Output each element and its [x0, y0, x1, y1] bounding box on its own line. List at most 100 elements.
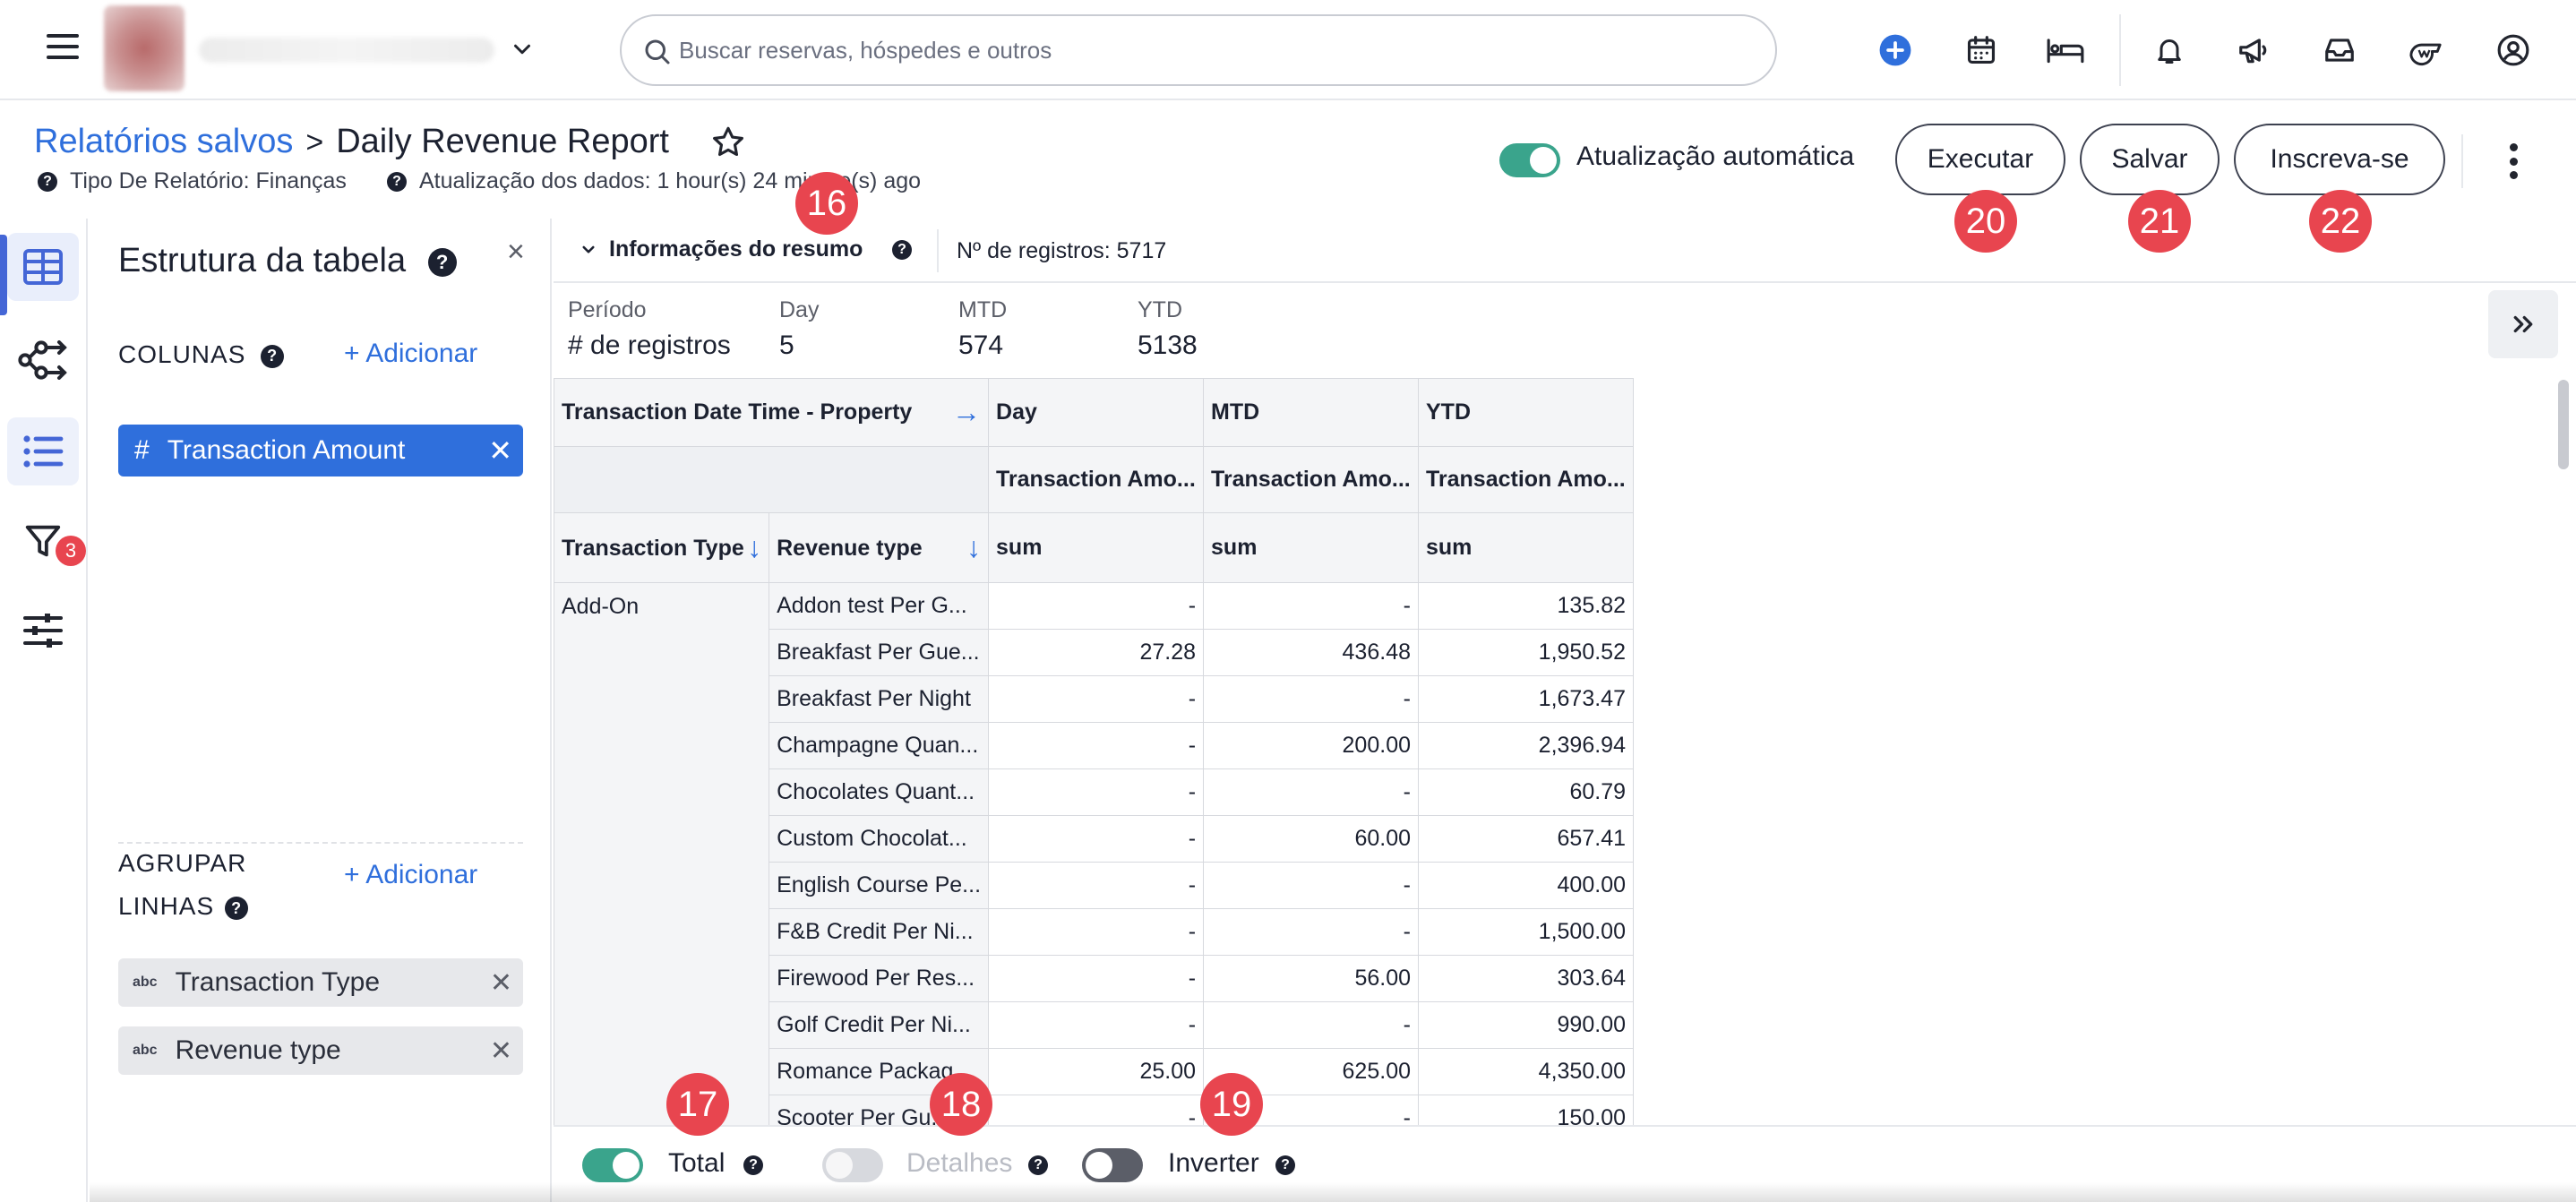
group-chip-transaction-type[interactable]: abc Transaction Type ✕	[118, 958, 523, 1007]
breadcrumb: Relatórios salvos > Daily Revenue Report	[34, 122, 669, 162]
details-toggle[interactable]	[822, 1148, 883, 1182]
settings-tab[interactable]	[7, 597, 79, 665]
group-chip-revenue-type[interactable]: abc Revenue type ✕	[118, 1026, 523, 1075]
measure-header: Transaction Amo...	[1203, 446, 1419, 513]
stat-ytd: YTD 5138	[1138, 297, 1198, 360]
column-chip-label: Transaction Amount	[167, 435, 406, 465]
whistle-icon[interactable]	[2406, 30, 2445, 70]
breadcrumb-separator: >	[305, 125, 324, 159]
hierarchy-tab[interactable]	[7, 326, 79, 394]
calendar-icon[interactable]	[1962, 30, 2001, 70]
star-icon[interactable]	[709, 124, 747, 161]
invert-toggle[interactable]	[1082, 1148, 1143, 1182]
total-toggle[interactable]	[582, 1148, 643, 1182]
help-icon[interactable]: ?	[387, 171, 407, 192]
mtd-value-cell: -	[1203, 582, 1419, 630]
details-label: Detalhes	[906, 1148, 1013, 1178]
measure-header: Transaction Amo...	[988, 446, 1205, 513]
columns-list-tab[interactable]	[7, 417, 79, 485]
day-value-cell: -	[988, 722, 1205, 769]
annotation-badge: 16	[795, 172, 858, 235]
remove-icon[interactable]: ✕	[490, 1035, 512, 1067]
report-type-info: ? Tipo De Relatório: Finanças	[38, 168, 347, 194]
breadcrumb-saved-reports-link[interactable]: Relatórios salvos	[34, 123, 293, 160]
mtd-value-cell: -	[1203, 768, 1419, 816]
help-icon[interactable]: ?	[1275, 1155, 1295, 1175]
add-column-link[interactable]: + Adicionar	[344, 339, 477, 369]
annotation-badge: 18	[930, 1073, 992, 1136]
arrow-down-icon[interactable]: ↓	[966, 531, 981, 564]
help-icon[interactable]: ?	[892, 240, 912, 260]
row-header-revenue-type[interactable]: Revenue type ↓	[769, 512, 990, 583]
day-value-cell: -	[988, 675, 1205, 723]
help-icon[interactable]: ?	[261, 344, 285, 368]
remove-icon[interactable]: ✕	[490, 967, 512, 999]
add-circle-icon[interactable]	[1876, 30, 1915, 70]
search-input[interactable]	[679, 30, 1736, 70]
inbox-icon[interactable]	[2320, 30, 2359, 70]
save-button[interactable]: Salvar	[2080, 124, 2220, 195]
chevron-down-icon[interactable]	[509, 36, 536, 63]
help-icon[interactable]: ?	[743, 1155, 763, 1175]
bed-icon[interactable]	[2046, 30, 2085, 70]
row-header-transaction-type[interactable]: Transaction Type ↓	[554, 512, 770, 583]
pivot-table-container[interactable]: Transaction Date Time - Property → Day MT…	[554, 378, 1634, 1125]
page-title: Daily Revenue Report	[336, 123, 669, 160]
arrow-right-icon[interactable]: →	[952, 396, 981, 429]
account-icon[interactable]	[2494, 30, 2533, 70]
text-type-icon: abc	[133, 1043, 158, 1058]
stat-period: Período # de registros	[568, 297, 731, 360]
help-icon[interactable]: ?	[38, 171, 57, 192]
expand-panel-button[interactable]	[2488, 290, 2558, 358]
close-icon[interactable]: ×	[507, 235, 525, 270]
toolbar-divider	[2119, 14, 2121, 86]
help-icon[interactable]: ?	[427, 247, 457, 277]
scrollbar[interactable]	[2558, 380, 2569, 469]
help-icon[interactable]: ?	[225, 896, 249, 920]
mtd-value-cell: 60.00	[1203, 815, 1419, 863]
bell-icon[interactable]	[2150, 30, 2189, 70]
header-divider	[2461, 134, 2463, 188]
run-button[interactable]: Executar	[1895, 124, 2065, 195]
mtd-value-cell: 56.00	[1203, 955, 1419, 1002]
annotation-badge: 21	[2128, 190, 2191, 253]
search-box[interactable]	[620, 14, 1777, 86]
remove-icon[interactable]: ✕	[488, 434, 512, 468]
help-icon[interactable]: ?	[1028, 1155, 1048, 1175]
megaphone-icon[interactable]	[2234, 30, 2273, 70]
summary-stats: Período # de registros Day 5 MTD 574 YTD 513…	[554, 285, 1807, 378]
ytd-value-cell: 303.64	[1418, 955, 1634, 1002]
table-structure-tab[interactable]	[7, 233, 79, 301]
add-group-link[interactable]: + Adicionar	[344, 860, 477, 890]
table-structure-panel: Estrutura da tabela ? × COLUNAS ? + Adic…	[90, 219, 552, 1202]
ytd-value-cell: 1,500.00	[1418, 908, 1634, 956]
group-chip-label: Transaction Type	[175, 967, 381, 997]
ytd-value-cell: 2,396.94	[1418, 722, 1634, 769]
day-value-cell: -	[988, 908, 1205, 956]
subscribe-button[interactable]: Inscreva-se	[2234, 124, 2445, 195]
revenue-type-cell: Chocolates Quant...	[769, 768, 990, 816]
active-indicator	[0, 235, 7, 315]
more-options-icon[interactable]	[2499, 140, 2528, 183]
summary-toggle[interactable]: Informações do resumo	[580, 236, 863, 262]
stat-mtd: MTD 574	[958, 297, 1008, 360]
day-value-cell: -	[988, 768, 1205, 816]
report-type-text: Tipo De Relatório: Finanças	[70, 168, 347, 193]
ytd-value-cell: 4,350.00	[1418, 1048, 1634, 1095]
menu-icon[interactable]	[47, 34, 79, 59]
auto-update-toggle[interactable]	[1499, 143, 1560, 177]
mtd-value-cell: 436.48	[1203, 629, 1419, 676]
day-value-cell: -	[988, 955, 1205, 1002]
property-logo[interactable]	[104, 5, 185, 91]
ytd-value-cell: 990.00	[1418, 1001, 1634, 1049]
ytd-value-cell: 400.00	[1418, 862, 1634, 909]
property-name[interactable]	[199, 38, 494, 63]
total-label: Total	[668, 1148, 726, 1178]
arrow-down-icon[interactable]: ↓	[747, 531, 761, 564]
revenue-type-cell: English Course Pe...	[769, 862, 990, 909]
blank-header-cell	[554, 446, 990, 513]
summary-bar: Informações do resumo ? Nº de registros:…	[554, 219, 2576, 283]
double-chevron-right-icon	[2513, 315, 2533, 333]
column-chip[interactable]: # Transaction Amount ✕	[118, 425, 523, 477]
group-chip-label: Revenue type	[175, 1035, 341, 1065]
